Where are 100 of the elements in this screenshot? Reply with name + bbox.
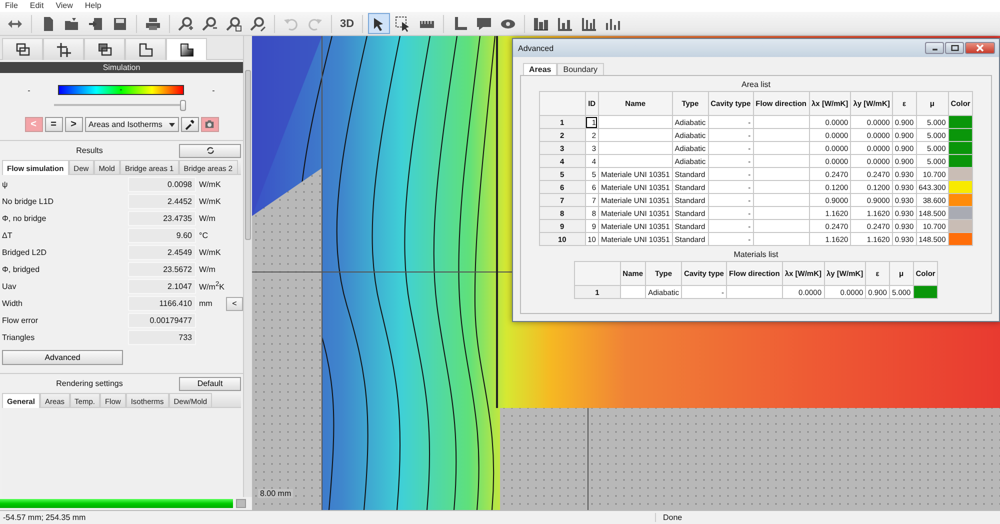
table-cell: [753, 220, 810, 232]
section-header: Rendering settings: [55, 379, 124, 388]
result-label: Uav: [2, 282, 18, 291]
speech-bubble-icon: [476, 16, 492, 32]
l-shape-icon: [452, 16, 468, 32]
menu-item[interactable]: Edit: [30, 1, 44, 11]
scale-min-label: -: [26, 86, 32, 94]
table-cell: [753, 180, 810, 194]
table-title: Area list: [742, 80, 770, 89]
menu-item[interactable]: File: [5, 1, 18, 11]
table-cell: [726, 286, 782, 298]
maximize-icon: [950, 44, 958, 52]
import-icon: [88, 16, 104, 32]
toolbar-button[interactable]: 3D: [337, 13, 358, 34]
maximize-button[interactable]: [945, 42, 964, 54]
panel-tab[interactable]: [84, 38, 125, 60]
result-unit: °C: [198, 231, 209, 240]
result-unit: W/m$^{2}$K: [198, 281, 226, 292]
table-cell: [620, 286, 646, 298]
tool-button[interactable]: [180, 117, 198, 132]
table-title: Materials list: [734, 250, 778, 259]
result-unit: W/m: [198, 214, 216, 223]
crosshair-icon: [56, 42, 72, 58]
result-label: Width: [2, 299, 24, 308]
status-message: Done: [655, 513, 1000, 522]
slider-thumb[interactable]: [180, 100, 186, 111]
scrollbar[interactable]: [243, 36, 252, 497]
result-label: ΔT: [2, 231, 14, 240]
scale-max-label: -: [211, 86, 216, 94]
overlapping-squares-icon: [14, 42, 30, 58]
zoom-fit-icon: [250, 16, 266, 32]
toolbar-button[interactable]: [368, 13, 390, 34]
l-shape-outline-icon: [138, 42, 154, 58]
box-select-icon: [395, 16, 412, 32]
result-unit: W/mK: [198, 197, 222, 206]
table-cell: [753, 206, 810, 220]
table-cell: [753, 232, 810, 246]
menu-item[interactable]: View: [56, 1, 73, 11]
result-unit: W/mK: [198, 248, 222, 257]
mode-dropdown[interactable]: Areas and Isotherms: [84, 117, 178, 132]
window-title: Advanced: [518, 44, 554, 52]
panel-tab[interactable]: [125, 38, 166, 60]
minimize-button[interactable]: [925, 42, 944, 54]
result-value: 23.4735: [128, 211, 196, 226]
refresh-button[interactable]: [179, 144, 241, 158]
refresh-icon: [206, 146, 214, 155]
result-label: Triangles: [2, 333, 36, 342]
close-button[interactable]: [965, 42, 995, 54]
result-value: 2.4549: [128, 245, 196, 260]
result-unit: W/mK: [198, 180, 222, 189]
section-header: Results: [75, 146, 104, 155]
scroll-handle[interactable]: [236, 499, 246, 508]
pipette-icon: [184, 119, 195, 130]
panel-tab[interactable]: [2, 38, 43, 60]
bar-chart-icon: [533, 16, 550, 32]
folder-icon: [64, 16, 80, 32]
save-icon: [112, 16, 128, 32]
table-cell: [753, 168, 810, 180]
table-cell: [753, 128, 810, 142]
result-unit: mm: [198, 299, 214, 308]
menu-item[interactable]: Help: [84, 1, 102, 11]
tab[interactable]: Areas: [523, 63, 558, 75]
stacked-squares-icon: [96, 42, 112, 58]
result-value: 23.5672: [128, 262, 196, 277]
advanced-button[interactable]: Advanced: [2, 350, 123, 365]
zoom-window-icon: [226, 16, 242, 32]
cursor-coordinates: -54.57 mm; 254.35 mm: [2, 513, 87, 522]
result-label: Φ, no bridge: [2, 214, 48, 223]
result-value: 0.00179477: [128, 313, 196, 328]
section-header: Simulation: [0, 62, 243, 73]
scrollbar-thumb[interactable]: [245, 70, 251, 240]
scale-label: 8.00 mm: [258, 489, 294, 498]
result-unit: W/m: [198, 265, 216, 274]
panel-tab[interactable]: [166, 38, 207, 60]
table-cell: [753, 194, 810, 206]
table-cell: [753, 142, 810, 154]
range-button[interactable]: =: [44, 117, 62, 132]
tab[interactable]: Boundary: [557, 63, 604, 75]
zoom-in-icon: [178, 16, 194, 32]
zoom-out-icon: [202, 16, 218, 32]
close-icon: [976, 44, 984, 52]
result-value: 1166.410: [128, 296, 196, 311]
result-label: ψ: [2, 180, 9, 189]
panel-tab[interactable]: [43, 38, 84, 60]
default-button[interactable]: Default: [179, 376, 241, 390]
scale-mid-label: -: [120, 86, 122, 94]
printer-icon: [145, 16, 161, 32]
bar-chart-icon: [557, 16, 574, 32]
result-value: 9.60: [128, 228, 196, 243]
scale-slider[interactable]: [54, 100, 186, 110]
bar-chart-icon: [581, 16, 598, 32]
width-button[interactable]: <: [226, 296, 243, 310]
result-value: 733: [128, 330, 196, 345]
dropdown-arrow-icon: [168, 122, 174, 126]
table-cell: [753, 116, 810, 128]
result-value: 2.1047: [128, 279, 196, 294]
result-label: Bridged L2D: [2, 248, 48, 257]
range-button[interactable]: >: [64, 117, 82, 132]
result-label: Φ, bridged: [2, 265, 41, 274]
camera-icon: [204, 119, 215, 130]
